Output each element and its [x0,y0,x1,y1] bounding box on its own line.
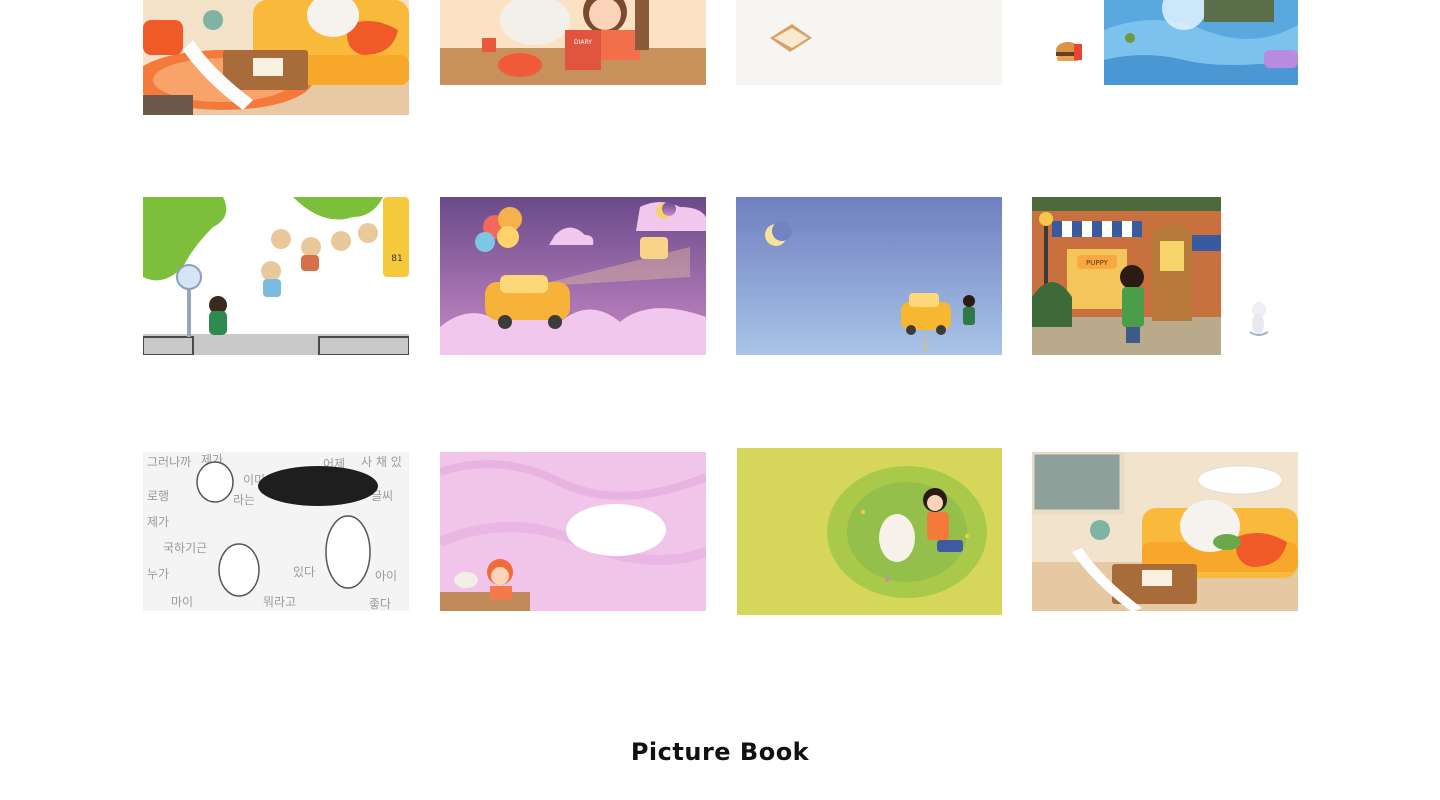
svg-text:라는: 라는 [233,493,255,507]
illustration-taxi-balloons[interactable] [440,197,706,355]
illustration-pink-sky[interactable] [440,452,706,611]
illustration-taxi-moon[interactable] [736,197,1002,355]
svg-text:PUPPY: PUPPY [1086,259,1109,267]
page-title: Picture Book [630,738,810,766]
diary-book [565,30,601,70]
svg-text:있다: 있다 [293,565,315,579]
svg-text:로행: 로행 [147,488,169,503]
illustration-living-room-dog[interactable] [143,0,409,115]
svg-text:81: 81 [391,254,402,264]
illustration-bakery-door[interactable]: PUPPY [1032,197,1221,355]
svg-text:아이: 아이 [375,569,397,583]
illustration-burger[interactable] [1050,38,1088,74]
svg-text:DIARY: DIARY [574,39,592,46]
illustration-small-dog[interactable] [1246,296,1272,338]
svg-text:사 채 있: 사 채 있 [361,455,402,469]
illustration-dog-sleeping[interactable] [1032,452,1298,611]
svg-text:누가: 누가 [147,567,169,581]
illustration-deer-bus-stop[interactable]: 81 [143,197,409,355]
svg-text:마이: 마이 [171,595,193,609]
svg-text:뭐라고: 뭐라고 [263,595,296,609]
illustration-grass-field[interactable] [737,448,1002,615]
svg-text:그러나까: 그러나까 [147,455,191,469]
svg-text:제가: 제가 [147,515,169,529]
illustration-girl-reading-diary[interactable]: DIARY [440,0,706,85]
svg-text:국하기근: 국하기근 [163,541,207,555]
svg-text:좋다: 좋다 [369,597,391,611]
illustration-paper-with-book[interactable] [736,0,1002,85]
illustration-sketch-korean[interactable]: 그러나까 제가 어제 사 채 있 이미 로행 라는 글씨 제가 국하기근 근래 … [143,452,409,611]
illustration-river-scene[interactable] [1104,0,1298,85]
